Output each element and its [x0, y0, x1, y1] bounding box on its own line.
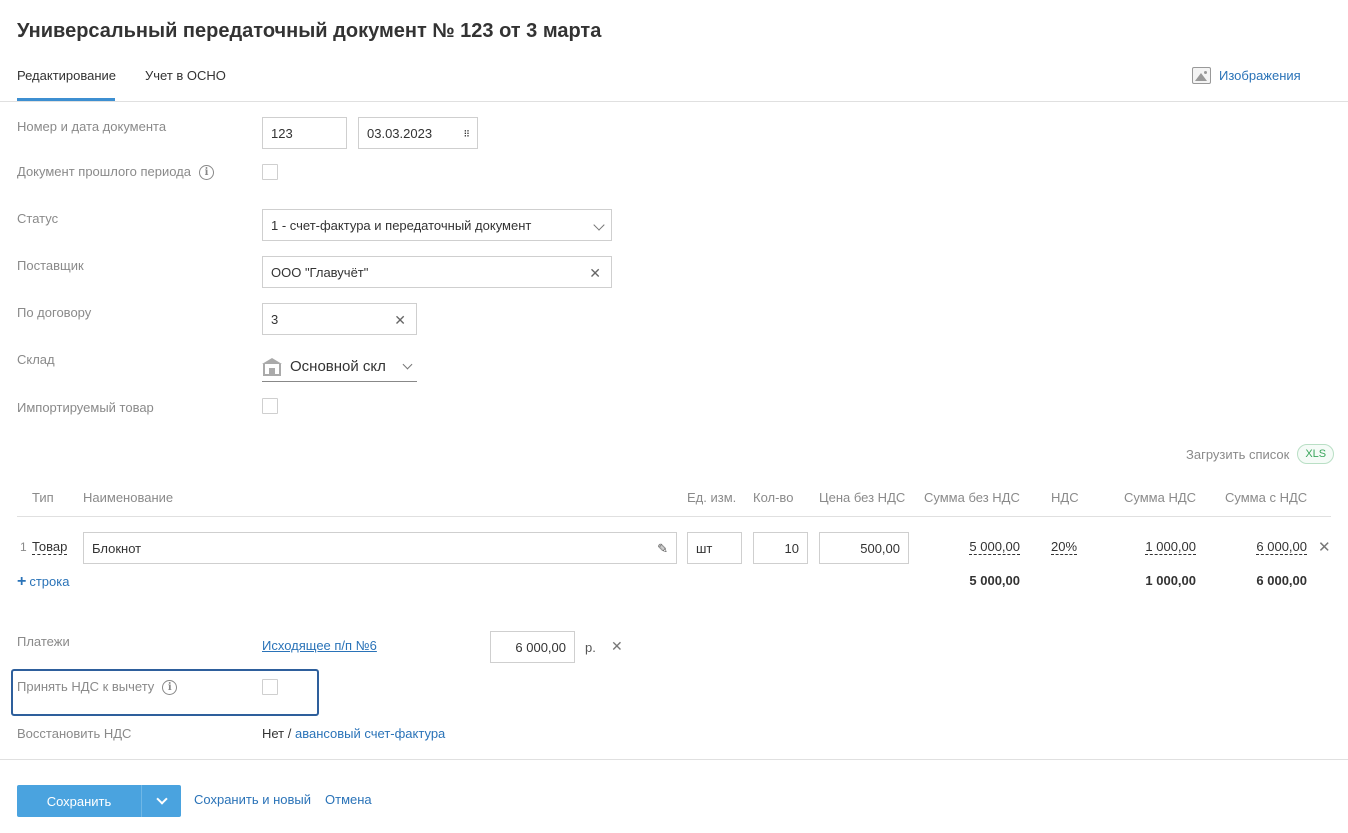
row-sum-no-vat[interactable]: 5 000,00	[920, 539, 1020, 555]
past-period-label-text: Документ прошлого периода	[17, 164, 191, 179]
row-unit-input[interactable]: шт	[687, 532, 742, 564]
row-sum-with-vat-value: 6 000,00	[1256, 539, 1307, 555]
save-button[interactable]: Сохранить	[17, 785, 181, 817]
row-number: 1	[20, 540, 27, 554]
restore-vat-label: Восстановить НДС	[17, 726, 132, 741]
past-period-label: Документ прошлого периода i	[17, 164, 214, 181]
payment-currency: р.	[585, 640, 596, 655]
doc-number-label: Номер и дата документа	[17, 119, 167, 134]
clear-icon[interactable]: ✕	[589, 265, 601, 282]
restore-vat-no[interactable]: Нет /	[262, 726, 291, 741]
th-unit: Ед. изм.	[687, 490, 737, 505]
chevron-down-icon	[402, 359, 413, 370]
info-icon[interactable]: i	[199, 165, 214, 181]
info-icon[interactable]: i	[162, 680, 178, 696]
total-sum-no-vat: 5 000,00	[969, 573, 1020, 588]
clear-icon[interactable]: ✕	[394, 312, 406, 329]
images-link[interactable]: Изображения	[1192, 67, 1301, 84]
row-qty-value: 10	[784, 540, 799, 556]
row-unit-value: шт	[696, 540, 713, 556]
th-vat: НДС	[1051, 490, 1079, 505]
accept-vat-checkbox[interactable]	[262, 679, 278, 695]
page-title: Универсальный передаточный документ № 12…	[17, 20, 602, 42]
contract-label: По договору	[17, 305, 92, 320]
add-row-label: строка	[29, 574, 70, 589]
doc-date-input[interactable]: 03.03.2023 ⠿	[358, 117, 478, 149]
restore-vat-value: Нет / авансовый счет-фактура	[262, 726, 445, 741]
accept-vat-label-text: Принять НДС к вычету	[17, 679, 155, 694]
contract-value: 3	[271, 311, 279, 327]
add-row-button[interactable]: + строка	[17, 573, 69, 591]
th-qty: Кол-во	[753, 490, 794, 505]
th-sum-no-vat: Сумма без НДС	[924, 490, 1020, 505]
th-sum-with-vat: Сумма с НДС	[1225, 490, 1308, 505]
imported-checkbox[interactable]	[262, 398, 278, 414]
load-list[interactable]: Загрузить список XLS	[1186, 444, 1335, 464]
tab-osno[interactable]: Учет в ОСНО	[145, 68, 226, 83]
warehouse-label: Склад	[17, 352, 55, 367]
warehouse-value: Основной скл	[290, 358, 386, 375]
table-header-divider	[17, 516, 1331, 517]
footer-divider	[0, 759, 1348, 760]
payment-amount-value: 6 000,00	[515, 639, 566, 655]
doc-number-value: 123	[271, 125, 293, 141]
chevron-down-icon	[593, 219, 605, 231]
total-vat-sum: 1 000,00	[1145, 573, 1196, 588]
advance-invoice-link[interactable]: авансовый счет-фактура	[295, 726, 445, 741]
status-select[interactable]: 1 - счет-фактура и передаточный документ	[262, 209, 612, 241]
total-sum-with-vat: 6 000,00	[1256, 573, 1307, 588]
doc-number-input[interactable]: 123	[262, 117, 347, 149]
tab-editing[interactable]: Редактирование	[17, 68, 116, 83]
save-and-new-link[interactable]: Сохранить и новый	[194, 792, 311, 807]
past-period-checkbox[interactable]	[262, 164, 278, 180]
th-price: Цена без НДС	[819, 490, 906, 505]
save-button-label: Сохранить	[46, 793, 112, 809]
supplier-input[interactable]: ООО "Главучёт" ✕	[262, 256, 612, 288]
cancel-link[interactable]: Отмена	[325, 792, 372, 807]
status-value: 1 - счет-фактура и передаточный документ	[271, 217, 532, 233]
supplier-value: ООО "Главучёт"	[271, 264, 369, 280]
supplier-label: Поставщик	[17, 258, 84, 273]
load-list-label: Загрузить список	[1186, 446, 1290, 462]
payments-label: Платежи	[17, 634, 70, 649]
delete-row-icon[interactable]: ✕	[1318, 538, 1331, 556]
payment-link[interactable]: Исходящее п/п №6	[262, 638, 377, 653]
row-vat[interactable]: 20%	[1051, 539, 1078, 555]
calendar-icon[interactable]: ⠿	[463, 129, 470, 140]
xls-badge[interactable]: XLS	[1297, 444, 1335, 464]
plus-icon: +	[17, 573, 27, 590]
remove-payment-icon[interactable]: ✕	[611, 638, 623, 655]
row-qty-input[interactable]: 10	[753, 532, 808, 564]
row-vat-sum[interactable]: 1 000,00	[1096, 539, 1196, 555]
row-type-value: Товар	[32, 539, 68, 555]
doc-date-value: 03.03.2023	[367, 125, 433, 141]
warehouse-select[interactable]: Основной скл	[262, 352, 417, 382]
images-link-label: Изображения	[1219, 68, 1301, 83]
row-vat-sum-value: 1 000,00	[1145, 539, 1196, 555]
payment-amount-input[interactable]: 6 000,00	[490, 631, 575, 663]
pencil-icon[interactable]: ✎	[657, 541, 668, 557]
row-vat-value: 20%	[1051, 539, 1078, 555]
header-divider	[0, 101, 1348, 102]
contract-input[interactable]: 3 ✕	[262, 303, 417, 335]
th-name: Наименование	[83, 490, 174, 505]
row-price-input[interactable]: 500,00	[819, 532, 909, 564]
image-icon	[1192, 67, 1211, 84]
chevron-down-icon[interactable]	[142, 793, 181, 805]
row-price-value: 500,00	[860, 540, 900, 556]
warehouse-icon	[262, 357, 282, 376]
row-name-value: Блокнот	[92, 540, 142, 556]
row-sum-no-vat-value: 5 000,00	[969, 539, 1020, 555]
status-label: Статус	[17, 211, 59, 226]
row-name-input[interactable]: Блокнот ✎	[83, 532, 677, 564]
imported-label: Импортируемый товар	[17, 400, 154, 415]
th-vat-sum: Сумма НДС	[1124, 490, 1197, 505]
row-sum-with-vat[interactable]: 6 000,00	[1207, 539, 1307, 555]
row-type[interactable]: Товар	[32, 539, 68, 555]
th-type: Тип	[32, 490, 54, 505]
accept-vat-label: Принять НДС к вычету i	[17, 679, 178, 696]
